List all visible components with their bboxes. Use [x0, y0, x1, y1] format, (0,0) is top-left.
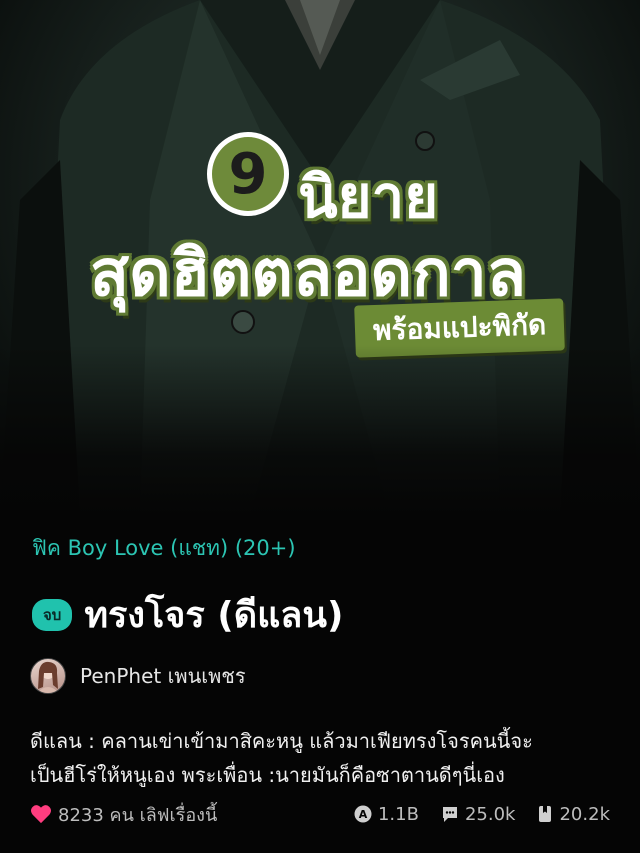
- bookmarks-stat: 20.2k: [537, 804, 610, 825]
- description-line-1: ดีแลน : คลานเข่าเข้ามาสิคะหนู แล้วมาเฟีย…: [30, 729, 533, 753]
- likes-stat[interactable]: 8233 คน เลิฟเรื่องนี้: [30, 800, 217, 829]
- status-badge: จบ: [32, 598, 73, 631]
- avatar[interactable]: [30, 658, 66, 694]
- heart-icon: [31, 805, 51, 824]
- views-icon: A: [354, 805, 372, 823]
- author-row[interactable]: PenPhet เพนเพชร: [30, 658, 246, 694]
- bookmark-icon: [539, 806, 552, 822]
- description-line-2: เป็นฮีโร่ให้หนูเอง พระเพื่อน :นายมันก็คื…: [30, 763, 505, 787]
- cover-image[interactable]: 9 นิยาย สุดฮิตตลอดกาล พร้อมแปะพิกัด: [0, 0, 640, 515]
- views-count: 1.1B: [377, 803, 419, 825]
- views-stat: A 1.1B: [354, 804, 419, 825]
- svg-text:A: A: [359, 808, 368, 821]
- author-name[interactable]: PenPhet เพนเพชร: [80, 660, 246, 692]
- story-description: ดีแลน : คลานเข่าเข้ามาสิคะหนู แล้วมาเฟีย…: [30, 724, 615, 792]
- genre-label[interactable]: ฟิค Boy Love (แชท) (20+): [32, 532, 296, 565]
- number-badge: 9: [207, 132, 289, 216]
- comment-icon: [442, 807, 457, 822]
- comments-count: 25.0k: [464, 803, 516, 825]
- bookmarks-count: 20.2k: [559, 803, 610, 825]
- stats-bar: 8233 คน เลิฟเรื่องนี้ A 1.1B 25.0k 20.2k: [30, 800, 610, 828]
- title-row[interactable]: จบ ทรงโจร (ดีแลน): [32, 586, 343, 643]
- likes-count: 8233 คน เลิฟเรื่องนี้: [58, 804, 218, 826]
- story-title[interactable]: ทรงโจร (ดีแลน): [84, 586, 343, 643]
- cover-fade: [0, 345, 640, 515]
- comments-stat: 25.0k: [441, 803, 516, 825]
